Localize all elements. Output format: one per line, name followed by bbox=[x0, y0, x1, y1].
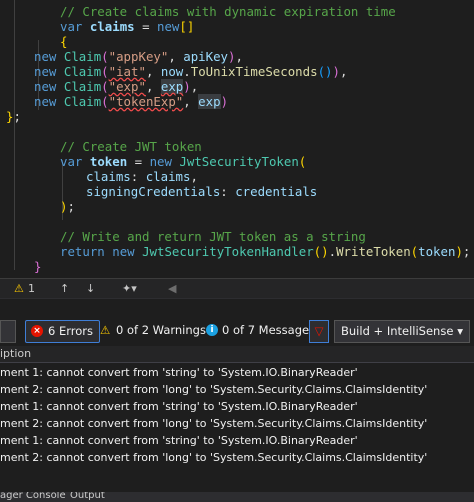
indent-guide bbox=[14, 0, 15, 270]
bottom-tab-strip: ager Console Output bbox=[0, 492, 474, 502]
messages-label: 0 of 7 Messages bbox=[222, 323, 316, 337]
build-scope-dropdown[interactable]: Build + IntelliSense ▾ bbox=[334, 320, 470, 343]
tab-package-manager-console[interactable]: ager Console bbox=[0, 492, 66, 501]
error-icon: × bbox=[31, 325, 43, 337]
code-line-brace-close[interactable]: }; bbox=[6, 108, 21, 126]
scope-dropdown-edge[interactable] bbox=[0, 320, 16, 343]
error-list-toolbar: × 6 Errors ⚠ 0 of 2 Warnings i 0 of 7 Me… bbox=[0, 316, 474, 346]
brush-icon[interactable]: ✦▾ bbox=[122, 282, 137, 295]
filter-icon[interactable]: ▽ bbox=[309, 320, 329, 343]
arrow-down-icon[interactable]: ↓ bbox=[86, 282, 95, 295]
code-line-claim4[interactable]: new Claim("tokenExp", exp) bbox=[34, 93, 228, 111]
tab-output[interactable]: Output bbox=[70, 492, 105, 501]
error-row[interactable]: ment 2: cannot convert from 'long' to 'S… bbox=[0, 415, 474, 432]
code-line-paren-close[interactable]: ); bbox=[60, 198, 75, 216]
arrow-up-icon[interactable]: ↑ bbox=[60, 282, 69, 295]
warning-count[interactable]: 1 bbox=[28, 282, 35, 295]
errors-filter-button[interactable]: × 6 Errors bbox=[25, 320, 100, 343]
panel-divider bbox=[0, 298, 474, 317]
error-list-header: iption bbox=[0, 346, 474, 363]
code-line-return[interactable]: return new JwtSecurityTokenHandler().Wri… bbox=[60, 243, 470, 261]
chevron-down-icon: ▾ bbox=[457, 324, 463, 338]
error-row[interactable]: ment 1: cannot convert from 'string' to … bbox=[0, 398, 474, 415]
code-line-param-creds[interactable]: signingCredentials: credentials bbox=[86, 183, 317, 201]
code-line-method-close[interactable]: } bbox=[34, 258, 41, 276]
scroll-left-icon[interactable]: ◀ bbox=[168, 282, 176, 295]
editor-status-bar: ⚠ 1 ↑ ↓ ✦▾ ◀ bbox=[0, 278, 474, 299]
warnings-filter-button[interactable]: ⚠ 0 of 2 Warnings bbox=[98, 320, 206, 341]
scope-label: Build + IntelliSense bbox=[341, 324, 454, 338]
code-editor[interactable]: // Create claims with dynamic expiration… bbox=[0, 0, 474, 278]
code-line-claims[interactable]: var claims = new[] bbox=[60, 18, 194, 36]
description-column-header[interactable]: iption bbox=[0, 347, 31, 360]
warnings-label: 0 of 2 Warnings bbox=[116, 323, 206, 337]
warning-icon: ⚠ bbox=[100, 323, 111, 337]
warning-icon[interactable]: ⚠ bbox=[14, 282, 24, 295]
error-row[interactable]: ment 1: cannot convert from 'string' to … bbox=[0, 432, 474, 449]
error-row[interactable]: ment 1: cannot convert from 'string' to … bbox=[0, 364, 474, 381]
error-row[interactable]: ment 2: cannot convert from 'long' to 'S… bbox=[0, 449, 474, 466]
error-row[interactable]: ment 2: cannot convert from 'long' to 'S… bbox=[0, 381, 474, 398]
info-icon: i bbox=[206, 324, 218, 336]
errors-label: 6 Errors bbox=[48, 324, 93, 338]
messages-filter-button[interactable]: i 0 of 7 Messages bbox=[204, 320, 315, 341]
